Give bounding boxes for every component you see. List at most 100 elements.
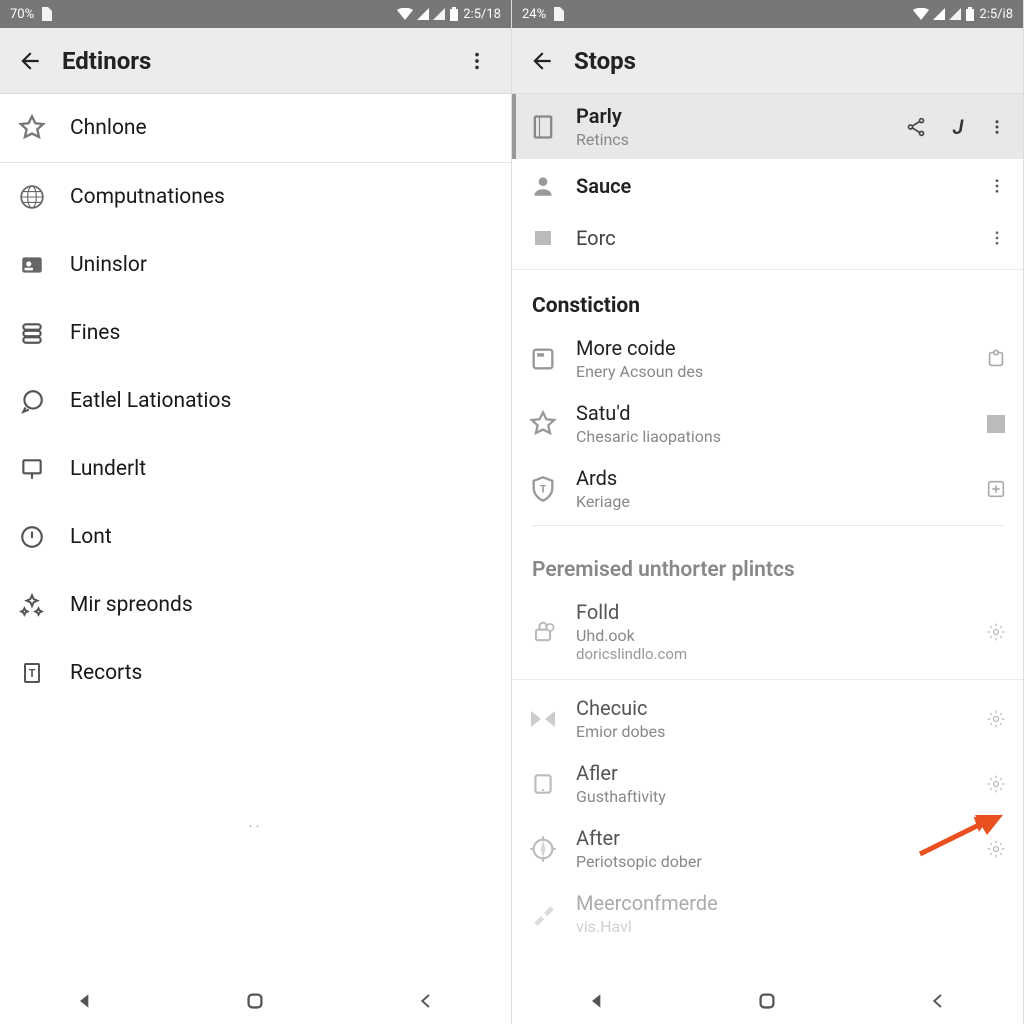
more-button[interactable] [457,41,497,81]
item-title: Checuic [576,696,967,720]
item-title: Afler [576,761,967,785]
nav-home[interactable] [215,981,295,1021]
page-title: Edtinors [62,47,445,75]
nav-recent[interactable] [898,981,978,1021]
item-sub: Uhd.ook [576,626,967,645]
gear-icon[interactable] [985,773,1007,795]
item-satud[interactable]: Satu'd Chesaric liaopations [512,391,1023,456]
card-icon [528,344,558,374]
stop-item-parly[interactable]: Parly Retincs J [512,94,1023,159]
lock-icon [528,617,558,647]
badge-icon [18,251,46,279]
menu-item-lont[interactable]: Lont [0,503,511,571]
bowtie-icon [528,704,558,734]
sim-icon [40,7,52,21]
wifi-icon [913,8,929,20]
globe-icon [18,183,46,211]
divider [512,269,1023,270]
menu-item-label: Lunderlt [70,457,146,481]
gear-icon[interactable] [985,838,1007,860]
nav-recent[interactable] [386,981,466,1021]
divider [532,525,1003,526]
square-solid-icon[interactable] [985,413,1007,435]
tablet-icon [528,769,558,799]
star-icon [18,114,46,142]
share-icon[interactable] [903,114,929,140]
item-afler[interactable]: Afler Gusthaftivity [512,751,1023,816]
menu-item-eatlel[interactable]: Eatlel Lationatios [0,367,511,435]
more-vert-icon[interactable] [987,173,1007,199]
item-sub: Periotsopic dober [576,852,967,871]
menu-item-computnationes[interactable]: Computnationes [0,163,511,231]
clock-icon [18,523,46,551]
menu-item-fines[interactable]: Fines [0,299,511,367]
more-vert-icon[interactable] [987,114,1007,140]
left-pane: 70% 2:5/18 Edtinors [0,0,512,1024]
puzzle-icon[interactable] [985,348,1007,370]
menu-item-chnlone[interactable]: Chnlone [0,94,511,162]
item-sub: vis.Havl [576,917,1007,936]
item-folld[interactable]: Folld Uhd.ook doricslindlo.com [512,590,1023,673]
person-icon [528,171,558,201]
gear-icon[interactable] [985,708,1007,730]
item-meerconfmerde[interactable]: Meerconfmerde vis.Havl [512,881,1023,946]
chat-icon [18,387,46,415]
battery-icon [449,7,459,21]
nav-home[interactable] [727,981,807,1021]
item-after[interactable]: After Periotsopic dober [512,816,1023,881]
menu-item-uninslor[interactable]: Uninslor [0,231,511,299]
item-ards[interactable]: T Ards Keriage [512,456,1023,521]
section-heading-constiction: Constiction [512,276,1023,326]
svg-text:T: T [540,482,547,495]
square-icon [528,223,558,253]
svg-text:T: T [29,667,36,680]
signal-icon [933,8,945,20]
divider [512,679,1023,680]
compass-icon [528,834,558,864]
doc-icon: T [18,659,46,687]
menu-item-recorts[interactable]: T Recorts [0,639,511,707]
menu-item-lunderlt[interactable]: Lunderlt [0,435,511,503]
stop-item-sauce[interactable]: Sauce [512,159,1023,213]
item-title: Sauce [576,174,969,198]
star-icon [528,409,558,439]
nav-back[interactable] [557,981,637,1021]
item-title: After [576,826,967,850]
section-heading-peremised: Peremised unthorter plintcs [512,530,1023,590]
stop-item-eorc[interactable]: Eorc [512,213,1023,263]
item-more-coide[interactable]: More coide Enery Acsoun des [512,326,1023,391]
back-button[interactable] [522,41,562,81]
clock-text: 2:5/i8 [979,7,1013,22]
battery-text: 24% [522,7,546,22]
menu-item-label: Eatlel Lationatios [70,389,231,413]
item-title: Eorc [576,226,969,250]
more-vert-icon[interactable] [987,225,1007,251]
nav-back[interactable] [45,981,125,1021]
nav-bar [0,978,511,1024]
page-indicator: ·· [0,817,511,836]
j-icon[interactable]: J [947,114,969,140]
shield-icon: T [528,474,558,504]
clock-text: 2:5/18 [463,7,501,22]
app-bar: Stops [512,28,1023,94]
battery-icon [965,7,975,21]
menu-item-label: Recorts [70,661,142,685]
item-sub: Enery Acsoun des [576,362,967,381]
back-button[interactable] [10,41,50,81]
page-title: Stops [574,47,1009,75]
item-title: Folld [576,600,967,624]
signal2-icon [433,8,445,20]
menu-item-label: Computnationes [70,185,225,209]
item-title: Satu'd [576,401,967,425]
menu-item-label: Mir spreonds [70,593,193,617]
menu-item-mirspreonds[interactable]: Mir spreonds [0,571,511,639]
item-sub: Keriage [576,492,967,511]
sparkle-icon [18,591,46,619]
item-sub: Emior dobes [576,722,967,741]
plus-box-icon[interactable] [985,478,1007,500]
sim-icon [552,7,564,21]
item-title: Meerconfmerde [576,891,1007,915]
item-checuic[interactable]: Checuic Emior dobes [512,686,1023,751]
gear-icon[interactable] [985,621,1007,643]
brush-icon [528,899,558,929]
